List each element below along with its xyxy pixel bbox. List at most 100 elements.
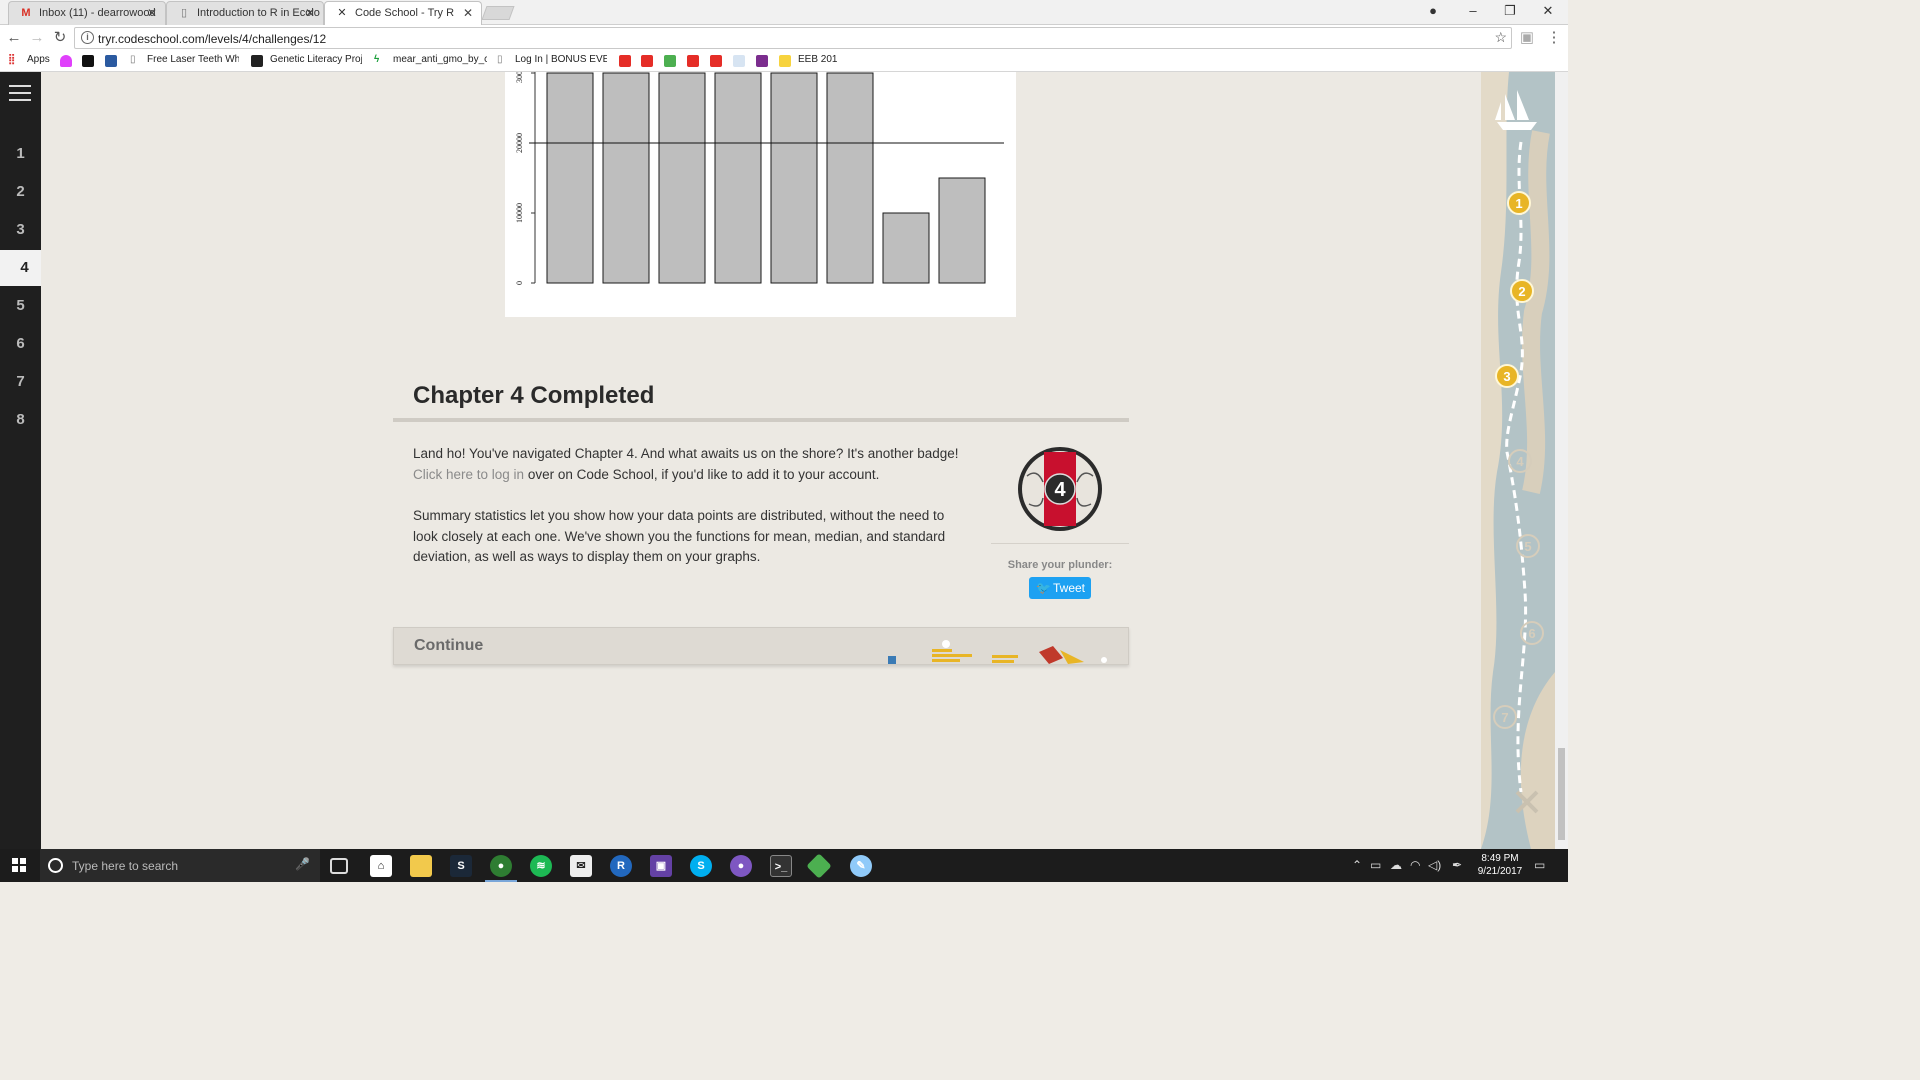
gmail-icon: M (21, 7, 31, 19)
reload-icon[interactable]: ↻ (51, 29, 69, 47)
map-marker-3[interactable]: 3 (1495, 364, 1519, 388)
forward-arrow-icon[interactable]: → (28, 29, 46, 47)
bookmark-genetic-literacy[interactable]: Genetic Literacy Proje (270, 54, 362, 65)
close-tab-icon[interactable]: ✕ (305, 6, 315, 20)
paint-icon[interactable]: ✎ (850, 855, 872, 877)
folder-icon[interactable] (779, 55, 791, 67)
app-icon[interactable]: ● (730, 855, 752, 877)
task-view-icon[interactable] (330, 858, 348, 874)
new-tab-button[interactable] (481, 6, 515, 20)
info-icon[interactable]: i (81, 31, 94, 44)
tweet-label: Tweet (1053, 581, 1086, 595)
bookmark-icon[interactable] (733, 55, 745, 67)
level-7[interactable]: 7 (0, 364, 41, 400)
hamburger-menu-icon[interactable] (9, 85, 31, 101)
youtube-icon[interactable] (619, 55, 631, 67)
bookmark-anti-gmo[interactable]: mear_anti_gmo_by_cc (393, 54, 487, 65)
onedrive-icon[interactable]: ☁ (1390, 858, 1402, 872)
chrome-icon[interactable]: ● (490, 855, 512, 877)
bookmark-apps[interactable]: Apps (27, 54, 50, 65)
y-tick-label: 0 (515, 281, 524, 285)
bar-7 (882, 212, 930, 284)
codeschool-icon: ✕ (337, 7, 347, 19)
title-divider (393, 418, 1129, 422)
battery-icon[interactable]: ▭ (1370, 858, 1381, 872)
bookmark-star-icon[interactable]: ☆ (1494, 29, 1507, 46)
bookmark-laser-teeth[interactable]: Free Laser Teeth Whi (147, 54, 239, 65)
bookmark-icon[interactable] (756, 55, 768, 67)
store-icon[interactable]: ⌂ (370, 855, 392, 877)
summary-paragraph: Summary statistics let you show how your… (413, 508, 946, 564)
twitch-icon[interactable]: ▣ (650, 855, 672, 877)
search-placeholder: Type here to search (72, 859, 179, 873)
bar-1 (546, 72, 594, 284)
svg-text:2: 2 (1518, 284, 1525, 299)
close-window-icon[interactable]: ✕ (1538, 3, 1558, 19)
level-8[interactable]: 8 (0, 402, 41, 438)
steam-icon[interactable]: S (450, 855, 472, 877)
level-5[interactable]: 5 (0, 288, 41, 324)
pen-icon[interactable]: ✒ (1452, 858, 1462, 872)
apps-grid-icon: ⣿ (8, 54, 16, 65)
minimize-icon[interactable]: – (1463, 3, 1483, 18)
bookmark-bonus-event[interactable]: Log In | BONUS EVEN (515, 54, 607, 65)
level-1[interactable]: 1 (0, 136, 41, 172)
notifications-icon[interactable]: ▭ (1534, 858, 1545, 872)
address-bar[interactable]: i tryr.codeschool.com/levels/4/challenge… (74, 27, 1512, 49)
chapter-title: Chapter 4 Completed (413, 382, 655, 409)
taskbar-search[interactable]: Type here to search 🎤 (40, 849, 320, 882)
leaf-icon: ϟ (374, 54, 380, 65)
browser-tab-bar: M Inbox (11) - dearrowood ✕ ▯ Introducti… (0, 0, 1568, 25)
bar-8 (938, 177, 986, 284)
back-arrow-icon[interactable]: ← (5, 29, 23, 47)
map-marker-2[interactable]: 2 (1510, 279, 1534, 303)
close-tab-icon[interactable]: ✕ (463, 6, 473, 20)
tray-chevron-icon[interactable]: ⌃ (1352, 858, 1362, 872)
bookmark-icon[interactable] (60, 55, 72, 67)
close-tab-icon[interactable]: ✕ (147, 6, 157, 20)
map-marker-1[interactable]: 1 (1507, 191, 1531, 215)
scrollbar-thumb[interactable] (1558, 748, 1565, 840)
menu-dots-icon[interactable]: ⋮ (1545, 29, 1563, 47)
tab-codeschool[interactable]: ✕ Code School - Try R ✕ (324, 1, 482, 25)
tab-intro-r[interactable]: ▯ Introduction to R in Ecolo ✕ (166, 1, 324, 25)
profile-icon[interactable]: ● (1423, 3, 1443, 18)
level-2[interactable]: 2 (0, 174, 41, 210)
windows-start-icon[interactable] (12, 858, 26, 872)
map-marker-7[interactable]: 7 (1493, 705, 1517, 729)
tweet-button[interactable]: 🐦 Tweet (1029, 577, 1091, 599)
intro-text-after: over on Code School, if you'd like to ad… (524, 466, 880, 482)
wifi-icon[interactable]: ◠ (1410, 858, 1420, 872)
skype-icon[interactable]: S (690, 855, 712, 877)
page-icon: ▯ (180, 7, 188, 19)
page-scrollbar[interactable] (1555, 72, 1568, 849)
youtube-icon[interactable] (710, 55, 722, 67)
youtube-icon[interactable] (641, 55, 653, 67)
login-link[interactable]: Click here to log in (413, 467, 524, 482)
extension-icon[interactable]: ▣ (1518, 29, 1536, 47)
microphone-icon[interactable]: 🎤 (295, 857, 310, 871)
cortana-icon (48, 858, 63, 873)
spotify-icon[interactable]: ≋ (530, 855, 552, 877)
r-app-icon[interactable]: R (610, 855, 632, 877)
genetic-literacy-icon[interactable] (251, 55, 263, 67)
ucla-icon[interactable] (105, 55, 117, 67)
bookmark-eeb201[interactable]: EEB 201 (798, 54, 837, 65)
restore-icon[interactable]: ❐ (1500, 3, 1520, 19)
bookmark-icon[interactable] (664, 55, 676, 67)
vice-icon[interactable] (82, 55, 94, 67)
youtube-icon[interactable] (687, 55, 699, 67)
level-3[interactable]: 3 (0, 212, 41, 248)
taskbar-clock[interactable]: 8:49 PM 9/21/2017 (1470, 852, 1530, 878)
twitter-bird-icon: 🐦 (1036, 581, 1051, 595)
volume-icon[interactable]: ◁) (1428, 858, 1441, 872)
file-explorer-icon[interactable] (410, 855, 432, 877)
continue-button[interactable]: Continue (393, 627, 1129, 665)
mail-icon[interactable]: ✉ (570, 855, 592, 877)
app-icon[interactable] (806, 853, 832, 879)
terminal-icon[interactable]: >_ (770, 855, 792, 877)
level-6[interactable]: 6 (0, 326, 41, 362)
bar-5 (770, 72, 818, 284)
y-tick-label: 30000 (515, 72, 524, 83)
tab-inbox[interactable]: M Inbox (11) - dearrowood ✕ (8, 1, 166, 25)
